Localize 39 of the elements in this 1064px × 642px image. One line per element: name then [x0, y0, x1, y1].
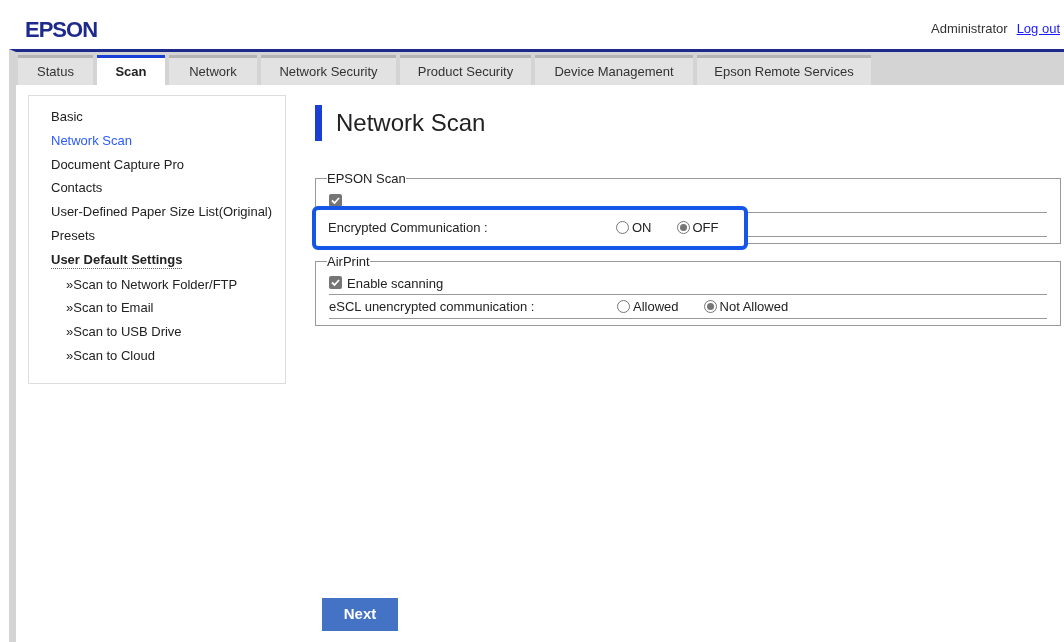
- tab[interactable]: Status: [18, 55, 93, 85]
- radio-label: ON: [632, 218, 652, 237]
- sidebar-item[interactable]: »Scan to Cloud: [66, 347, 155, 364]
- checkbox[interactable]: [329, 193, 342, 207]
- radio-label: OFF: [692, 218, 719, 237]
- tab[interactable]: Product Security: [400, 55, 531, 85]
- radio-button[interactable]: [676, 221, 690, 234]
- radio-button[interactable]: [703, 300, 717, 313]
- sidebar-item[interactable]: Presets: [51, 228, 96, 244]
- radio-button[interactable]: [616, 221, 629, 234]
- sidebar-item[interactable]: »Scan to Network Folder/FTP: [66, 276, 238, 293]
- page-title: Network Scan: [336, 108, 486, 138]
- sidebar-item[interactable]: »Scan to USB Drive: [66, 324, 182, 341]
- field-label: Encrypted Communication :: [328, 218, 489, 237]
- radio-label: Not Allowed: [719, 297, 789, 316]
- tab[interactable]: Scan: [97, 55, 165, 85]
- logo: EPSON: [25, 19, 98, 41]
- next-button[interactable]: Next: [322, 598, 398, 631]
- title-accent-bar: [315, 105, 322, 141]
- tab[interactable]: Epson Remote Services: [697, 55, 871, 85]
- logout-link[interactable]: Log out: [1016, 18, 1060, 38]
- sidebar-item[interactable]: User-Defined Paper Size List(Original): [51, 204, 273, 221]
- checkbox[interactable]: [329, 276, 342, 289]
- group-legend: AirPrint: [327, 251, 370, 271]
- checkbox-label: Enable scanning: [347, 274, 444, 293]
- sidebar-item[interactable]: Basic: [51, 109, 83, 125]
- sidebar-item[interactable]: Network Scan: [51, 132, 132, 149]
- sidebar-item[interactable]: »Scan to Email: [66, 300, 154, 317]
- tab[interactable]: Device Management: [535, 55, 693, 85]
- field-label: eSCL unencrypted communication :: [329, 297, 536, 316]
- tab[interactable]: Network: [169, 55, 257, 85]
- sidebar-heading[interactable]: User Default Settings: [51, 251, 183, 269]
- tab[interactable]: Network Security: [261, 55, 396, 85]
- sidebar-item[interactable]: Contacts: [51, 180, 103, 197]
- sidebar-item[interactable]: Document Capture Pro: [51, 156, 184, 173]
- radio-label: Allowed: [633, 297, 679, 316]
- radio-button[interactable]: [617, 300, 630, 313]
- group-legend: EPSON Scan: [327, 169, 406, 189]
- user-name: Administrator: [931, 19, 1008, 38]
